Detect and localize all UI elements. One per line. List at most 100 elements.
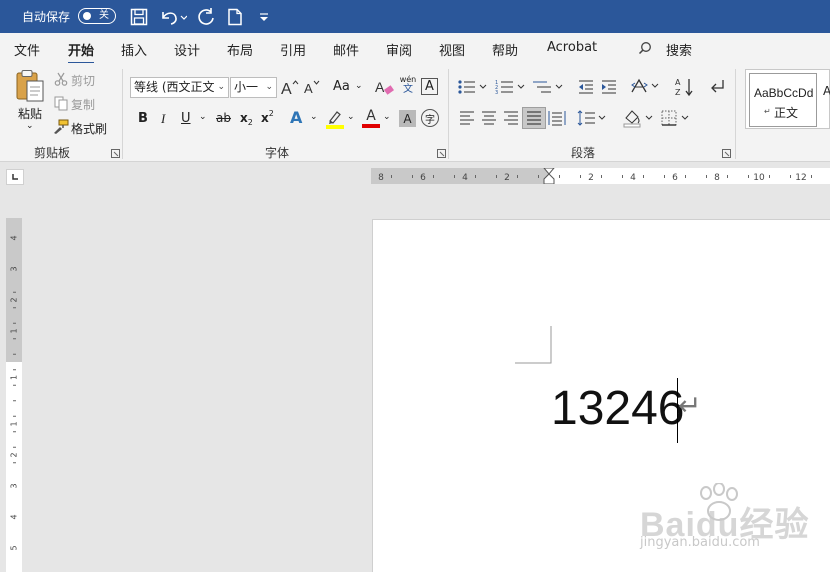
highlight-icon[interactable] — [326, 109, 344, 129]
tab-references[interactable]: 引用 — [280, 40, 306, 59]
cut-label[interactable]: 剪切 — [71, 72, 95, 89]
search-icon[interactable] — [638, 41, 652, 55]
character-shading-button[interactable]: A — [399, 110, 416, 127]
decrease-indent-icon[interactable] — [578, 79, 594, 95]
ruler-margin-left — [371, 168, 549, 184]
ruler-label: 1 — [10, 375, 19, 380]
styles-gallery: AaBbCcDd ↵ 正文 A — [745, 69, 830, 129]
multilevel-list-icon[interactable] — [533, 79, 565, 95]
paragraph-shading-icon[interactable] — [623, 108, 657, 128]
change-case-button[interactable]: Aa — [333, 79, 350, 94]
undo-icon[interactable] — [159, 0, 187, 33]
style-preview: AaBbCcDd — [754, 86, 814, 100]
clipboard-group-label: 剪贴板 — [34, 146, 71, 160]
italic-button[interactable]: I — [161, 111, 165, 127]
document-text[interactable]: 13246 — [551, 382, 684, 436]
text-effects-button[interactable]: A — [290, 108, 302, 127]
character-border-button[interactable]: A — [421, 78, 438, 95]
copy-icon[interactable] — [54, 96, 68, 111]
copy-label[interactable]: 复制 — [71, 96, 95, 113]
tab-design[interactable]: 设计 — [174, 40, 200, 59]
superscript-button[interactable]: x2 — [261, 109, 274, 126]
clear-formatting-icon[interactable]: A — [375, 78, 395, 96]
font-color-button[interactable]: A — [362, 109, 380, 128]
ruler-label: 4 — [10, 235, 19, 240]
save-icon[interactable] — [130, 0, 148, 33]
horizontal-ruler[interactable]: 8 6 4 2 2 4 6 8 10 12 — [371, 168, 830, 184]
underline-button[interactable]: U — [181, 111, 191, 126]
grow-font-icon[interactable]: A — [281, 78, 299, 96]
tab-home[interactable]: 开始 — [68, 40, 95, 65]
tab-layout[interactable]: 布局 — [227, 40, 253, 59]
enclose-characters-button[interactable]: 字 — [421, 109, 439, 127]
clipboard-launcher-icon[interactable] — [111, 149, 120, 158]
tab-selector-button[interactable] — [6, 169, 24, 185]
style-normal-card[interactable]: AaBbCcDd ↵ 正文 — [749, 73, 817, 127]
font-color-char: A — [366, 108, 376, 124]
watermark: Baidu经验 jingyan.baidu.com — [640, 483, 830, 563]
numbering-icon[interactable]: 123 — [495, 79, 527, 95]
group-divider — [122, 69, 123, 159]
group-divider — [448, 69, 449, 159]
ruler-label: 2 — [10, 452, 19, 457]
ruler-label: 2 — [10, 297, 19, 302]
redo-icon[interactable] — [196, 0, 216, 33]
paste-label[interactable]: 粘贴 — [18, 105, 42, 122]
font-size-dropdown[interactable]: 小一 ⌄ — [230, 77, 277, 98]
shrink-font-icon[interactable]: A — [303, 78, 321, 96]
format-painter-label[interactable]: 格式刷 — [71, 120, 107, 137]
align-left-icon[interactable] — [459, 111, 475, 125]
tab-insert[interactable]: 插入 — [121, 40, 147, 59]
tab-view[interactable]: 视图 — [439, 40, 465, 59]
customize-toolbar-icon[interactable] — [258, 0, 270, 33]
paragraph-launcher-icon[interactable] — [722, 149, 731, 158]
ruler-label: 8 — [378, 173, 384, 183]
format-painter-icon[interactable] — [53, 119, 69, 134]
ribbon: 粘贴 ⌄ 剪切 复制 格式刷 剪贴板 等线 (西文正文 ⌄ 小一 ⌄ A A A… — [0, 63, 830, 162]
phonetic-top: wén — [399, 75, 417, 84]
sort-icon[interactable]: AZ — [675, 77, 695, 97]
ruler-label: 4 — [462, 173, 468, 183]
ruler-label: 2 — [504, 173, 510, 183]
chinese-layout-icon[interactable] — [631, 78, 661, 96]
vertical-ruler[interactable]: 4 3 2 1 1 1 2 3 4 5 — [6, 218, 22, 572]
cut-icon[interactable] — [54, 72, 68, 86]
paste-icon[interactable] — [14, 69, 46, 103]
align-right-icon[interactable] — [503, 111, 519, 125]
phonetic-guide-button[interactable]: wén 文 — [399, 73, 417, 97]
tab-file[interactable]: 文件 — [14, 40, 40, 59]
tab-mailings[interactable]: 邮件 — [333, 40, 359, 59]
chevron-down-icon[interactable]: ⌄ — [383, 112, 391, 122]
font-color-swatch — [362, 124, 380, 128]
chevron-down-icon[interactable]: ⌄ — [347, 112, 355, 122]
ruler-label: 4 — [630, 173, 636, 183]
font-name-dropdown[interactable]: 等线 (西文正文 ⌄ — [130, 77, 229, 98]
chevron-down-icon[interactable]: ⌄ — [199, 112, 207, 122]
line-spacing-icon[interactable] — [577, 110, 609, 126]
autosave-toggle[interactable]: 关 — [78, 8, 116, 24]
bullets-icon[interactable] — [458, 79, 488, 95]
increase-indent-icon[interactable] — [601, 79, 617, 95]
borders-icon[interactable] — [661, 110, 693, 126]
subscript-button[interactable]: x2 — [240, 111, 253, 127]
ruler-label: 8 — [714, 173, 720, 183]
distributed-icon[interactable] — [548, 110, 566, 126]
tab-search[interactable]: 搜索 — [666, 40, 692, 59]
chevron-down-icon[interactable]: ⌄ — [310, 112, 318, 122]
strikethrough-button[interactable]: ab — [216, 111, 231, 125]
paste-dropdown-icon[interactable]: ⌄ — [26, 121, 34, 131]
subscript-2: 2 — [247, 117, 253, 127]
chevron-down-icon[interactable]: ⌄ — [355, 81, 363, 91]
align-center-icon[interactable] — [481, 111, 497, 125]
bold-button[interactable]: B — [138, 111, 148, 126]
tab-acrobat[interactable]: Acrobat — [547, 40, 597, 55]
ruler-label: 12 — [795, 173, 806, 183]
group-divider — [735, 69, 736, 159]
tab-review[interactable]: 审阅 — [386, 40, 412, 59]
justify-icon[interactable] — [522, 107, 546, 129]
show-hide-marks-icon[interactable] — [707, 78, 727, 96]
font-launcher-icon[interactable] — [437, 149, 446, 158]
next-style-preview[interactable]: A — [823, 84, 830, 98]
new-document-icon[interactable] — [227, 0, 243, 33]
tab-help[interactable]: 帮助 — [492, 40, 518, 59]
